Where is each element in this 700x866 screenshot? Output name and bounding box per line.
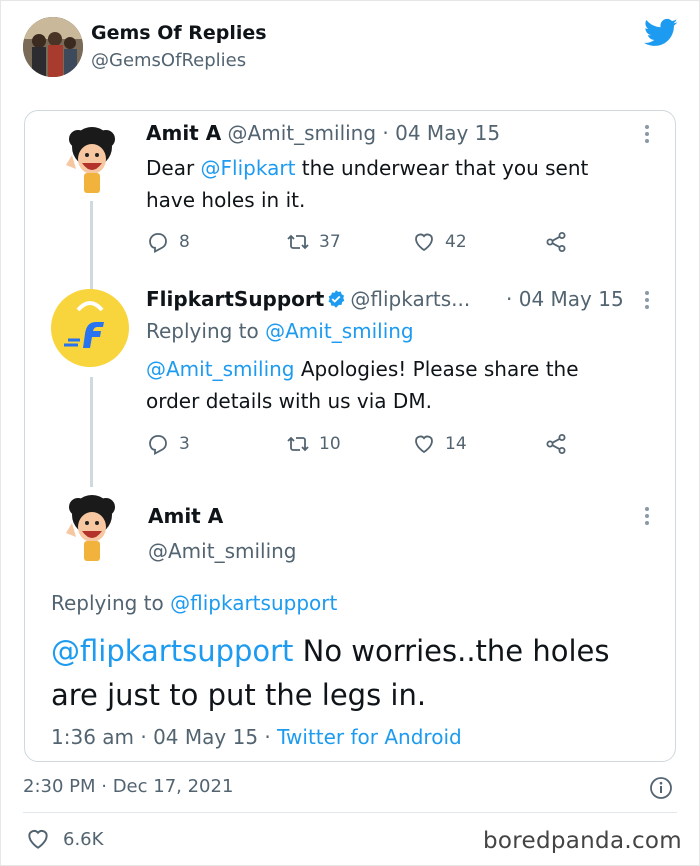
tweet2-actions: 3 10 14 [146, 432, 586, 458]
tweet1-meta[interactable]: @Amit_smiling · 04 May 15 [228, 121, 501, 145]
more-icon[interactable] [645, 125, 651, 146]
tweet3-author[interactable]: Amit A [148, 504, 223, 528]
like-button[interactable]: 14 [412, 432, 467, 456]
more-icon[interactable] [645, 507, 651, 528]
flipkart-avatar[interactable] [50, 288, 130, 368]
reply-button[interactable]: 3 [146, 432, 190, 456]
amit-mention-link[interactable]: @Amit_smiling [146, 357, 295, 381]
retweet-icon [287, 436, 309, 452]
amit-mention-link[interactable]: @Amit_smiling [265, 319, 414, 343]
tweet1-retweet-count: 37 [319, 232, 341, 252]
verified-badge-icon [328, 290, 345, 308]
info-icon[interactable] [649, 776, 673, 800]
retweet-button[interactable]: 37 [286, 230, 341, 254]
tweet3-footer: 1:36 am · 04 May 15 · Twitter for Androi… [51, 725, 462, 749]
tweet3-handle[interactable]: @Amit_smiling [148, 539, 297, 563]
tweet1-author[interactable]: Amit A [146, 121, 221, 145]
more-icon[interactable] [645, 291, 651, 312]
tweet3-replying-to: Replying to @flipkartsupport [51, 591, 337, 615]
replying-to-label: Replying to [146, 319, 266, 343]
tweet3-author-block: Amit A [148, 504, 223, 528]
share-icon [546, 434, 566, 454]
tweet2-date-text: · 04 May 15 [506, 287, 624, 311]
tweet1-reply-count: 8 [179, 232, 190, 252]
heart-icon [415, 233, 433, 252]
tweet1-like-count: 42 [445, 232, 467, 252]
tweet1-header: Amit A @Amit_smiling · 04 May 15 [146, 121, 500, 145]
boredpanda-watermark: boredpanda.com [483, 828, 682, 854]
share-button[interactable] [544, 230, 577, 254]
heart-icon [28, 829, 48, 849]
gems-avatar[interactable] [23, 17, 83, 77]
divider [23, 812, 677, 813]
flipkart-mention-link[interactable]: @Flipkart [201, 156, 296, 180]
tweet3-handle-block: @Amit_smiling [148, 539, 297, 563]
tweet2-date[interactable]: · 04 May 15 [506, 287, 624, 311]
thread-line [90, 201, 93, 299]
post-like-button[interactable]: 6.6K [25, 826, 103, 852]
flipkartsupport-mention-link[interactable]: @flipkartsupport [51, 634, 293, 668]
tweet2-text: @Amit_smiling Apologies! Please share th… [146, 353, 626, 417]
reply-icon [149, 233, 167, 254]
retweet-button[interactable]: 10 [286, 432, 341, 456]
gems-name[interactable]: Gems Of Replies [91, 22, 267, 44]
tweet2-reply-count: 3 [179, 434, 190, 454]
tweet1-actions: 8 37 42 [146, 230, 586, 256]
quoted-thread-card: Amit A @Amit_smiling · 04 May 15 Dear @F… [24, 110, 676, 762]
tweet1-text-prefix: Dear [146, 156, 201, 180]
thread-line [90, 377, 93, 487]
tweet3-text: @flipkartsupport No worries..the holes a… [51, 629, 661, 717]
like-button[interactable]: 42 [412, 230, 467, 254]
reply-button[interactable]: 8 [146, 230, 190, 254]
amit-avatar[interactable] [58, 493, 122, 563]
tweet2-header: FlipkartSupport @flipkarts... [146, 287, 470, 311]
flipkartsupport-mention-link[interactable]: @flipkartsupport [170, 591, 337, 615]
tweet1-text: Dear @Flipkart the underwear that you se… [146, 152, 626, 216]
tweet2-author[interactable]: FlipkartSupport [146, 287, 324, 311]
tweet3-time[interactable]: 1:36 am · 04 May 15 · [51, 725, 277, 749]
tweet2-like-count: 14 [445, 434, 467, 454]
heart-icon [415, 435, 433, 454]
tweet2-retweet-count: 10 [319, 434, 341, 454]
amit-avatar[interactable] [58, 125, 122, 195]
retweet-icon [287, 234, 309, 250]
post-timestamp[interactable]: 2:30 PM · Dec 17, 2021 [23, 776, 233, 797]
replying-to-label: Replying to [51, 591, 171, 615]
twitter-bird-icon[interactable] [644, 18, 678, 48]
share-icon [546, 232, 566, 252]
post-like-count: 6.6K [63, 828, 104, 850]
reply-icon [149, 435, 167, 456]
share-button[interactable] [544, 432, 577, 456]
tweet2-replying-to: Replying to @Amit_smiling [146, 319, 414, 343]
gems-handle[interactable]: @GemsOfReplies [91, 50, 246, 71]
tweet2-handle[interactable]: @flipkarts... [350, 287, 470, 311]
tweet3-source-link[interactable]: Twitter for Android [277, 725, 462, 749]
